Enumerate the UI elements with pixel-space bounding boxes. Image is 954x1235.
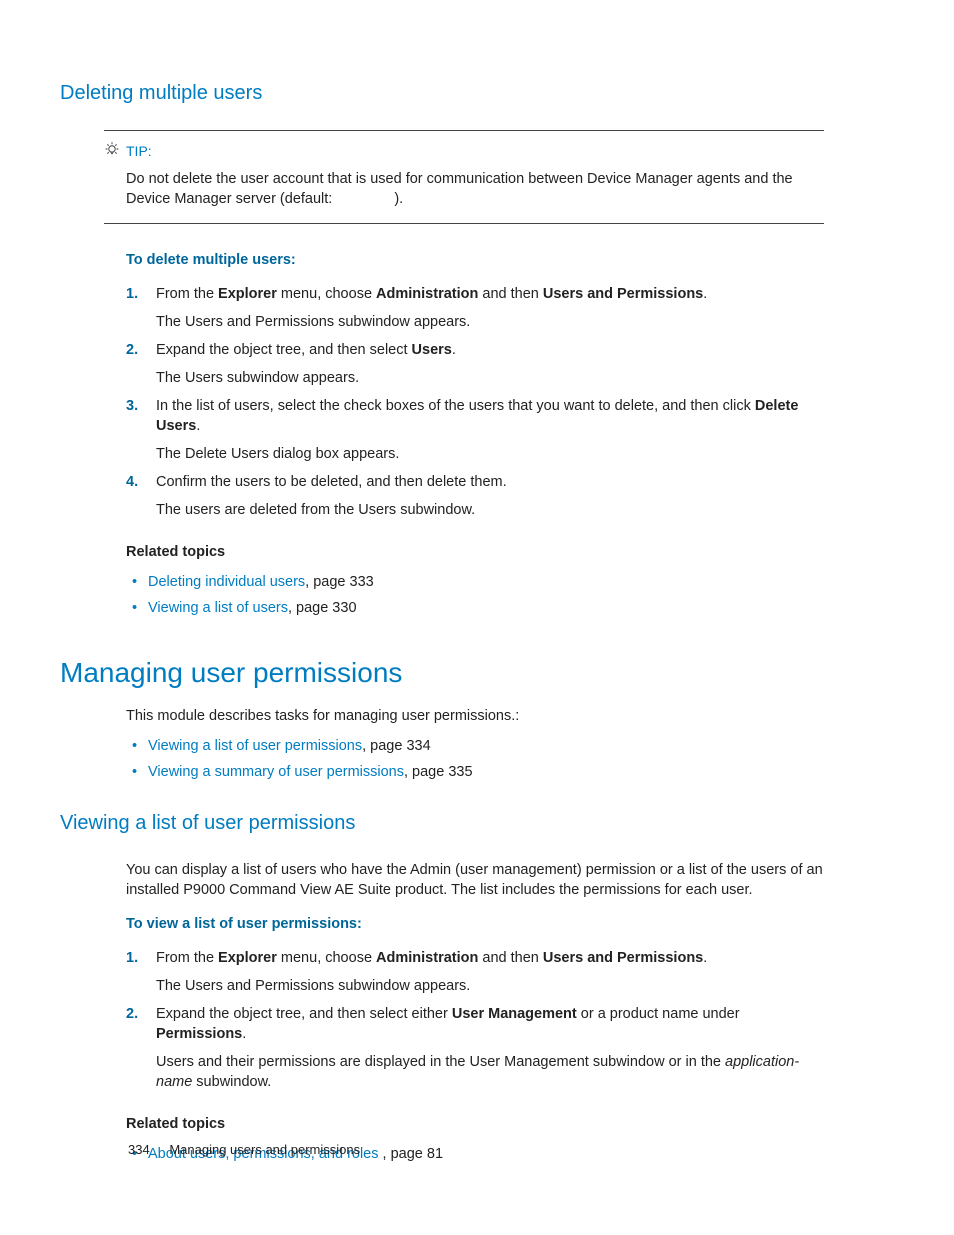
lightbulb-icon [104, 141, 120, 163]
step-number: 2. [126, 340, 138, 360]
step-text: From the Explorer menu, choose Administr… [156, 948, 824, 968]
page-reference: , page 330 [288, 600, 357, 616]
step-text: In the list of users, select the check b… [156, 396, 824, 436]
step-number: 1. [126, 948, 138, 968]
step-text: Confirm the users to be deleted, and the… [156, 472, 824, 492]
list-item: Viewing a summary of user permissions, p… [126, 762, 824, 782]
list-item: Viewing a list of user permissions, page… [126, 736, 824, 756]
step-number: 2. [126, 1004, 138, 1024]
step-number: 1. [126, 284, 138, 304]
step-item: 2. Expand the object tree, and then selec… [126, 340, 824, 388]
heading-managing-user-permissions: Managing user permissions [60, 654, 824, 693]
related-topics-list: Deleting individual users, page 333 Viewi… [126, 572, 824, 618]
tip-block: TIP: Do not delete the user account that… [104, 130, 824, 224]
steps-list: 1. From the Explorer menu, choose Adminis… [126, 948, 824, 1092]
step-result: The Delete Users dialog box appears. [156, 444, 824, 464]
page-body: Deleting multiple users TIP: Do not dele… [0, 0, 954, 1164]
step-item: 3. In the list of users, select the check… [126, 396, 824, 464]
step-item: 4. Confirm the users to be deleted, and t… [126, 472, 824, 520]
heading-viewing-list-user-permissions: Viewing a list of user permissions [60, 810, 824, 838]
step-item: 1. From the Explorer menu, choose Adminis… [126, 284, 824, 332]
step-result: The users are deleted from the Users sub… [156, 500, 824, 520]
step-text: Expand the object tree, and then select … [156, 1004, 824, 1044]
cross-reference-link[interactable]: Viewing a list of users [148, 600, 288, 616]
related-topics-heading: Related topics [126, 1114, 824, 1134]
step-text: From the Explorer menu, choose Administr… [156, 284, 824, 304]
step-result: The Users and Permissions subwindow appe… [156, 312, 824, 332]
step-item: 2. Expand the object tree, and then selec… [126, 1004, 824, 1092]
procedure-heading: To view a list of user permissions: [126, 914, 824, 934]
heading-deleting-multiple-users: Deleting multiple users [60, 80, 824, 108]
page-number: 334 [128, 1142, 150, 1157]
page-reference: , page 81 [383, 1146, 443, 1162]
tip-body: Do not delete the user account that is u… [126, 169, 824, 209]
step-text: Expand the object tree, and then select … [156, 340, 824, 360]
page-reference: , page 335 [404, 764, 473, 780]
list-item: Viewing a list of users, page 330 [126, 598, 824, 618]
section-intro: You can display a list of users who have… [126, 860, 824, 900]
page-reference: , page 334 [362, 738, 431, 754]
step-number: 3. [126, 396, 138, 416]
toc-list: Viewing a list of user permissions, page… [126, 736, 824, 782]
step-result: The Users subwindow appears. [156, 368, 824, 388]
procedure-heading: To delete multiple users: [126, 250, 824, 270]
steps-list: 1. From the Explorer menu, choose Adminis… [126, 284, 824, 520]
step-result: The Users and Permissions subwindow appe… [156, 976, 824, 996]
list-item: Deleting individual users, page 333 [126, 572, 824, 592]
page-reference: , page 333 [305, 574, 374, 590]
page-footer: 334 Managing users and permissions [128, 1141, 360, 1159]
cross-reference-link[interactable]: Deleting individual users [148, 574, 305, 590]
tip-label: TIP: [126, 142, 152, 161]
section-intro: This module describes tasks for managing… [126, 706, 824, 726]
related-topics-heading: Related topics [126, 542, 824, 562]
cross-reference-link[interactable]: Viewing a list of user permissions [148, 738, 362, 754]
footer-title: Managing users and permissions [169, 1142, 360, 1157]
cross-reference-link[interactable]: Viewing a summary of user permissions [148, 764, 404, 780]
step-item: 1. From the Explorer menu, choose Adminis… [126, 948, 824, 996]
step-result: Users and their permissions are displaye… [156, 1052, 824, 1092]
step-number: 4. [126, 472, 138, 492]
